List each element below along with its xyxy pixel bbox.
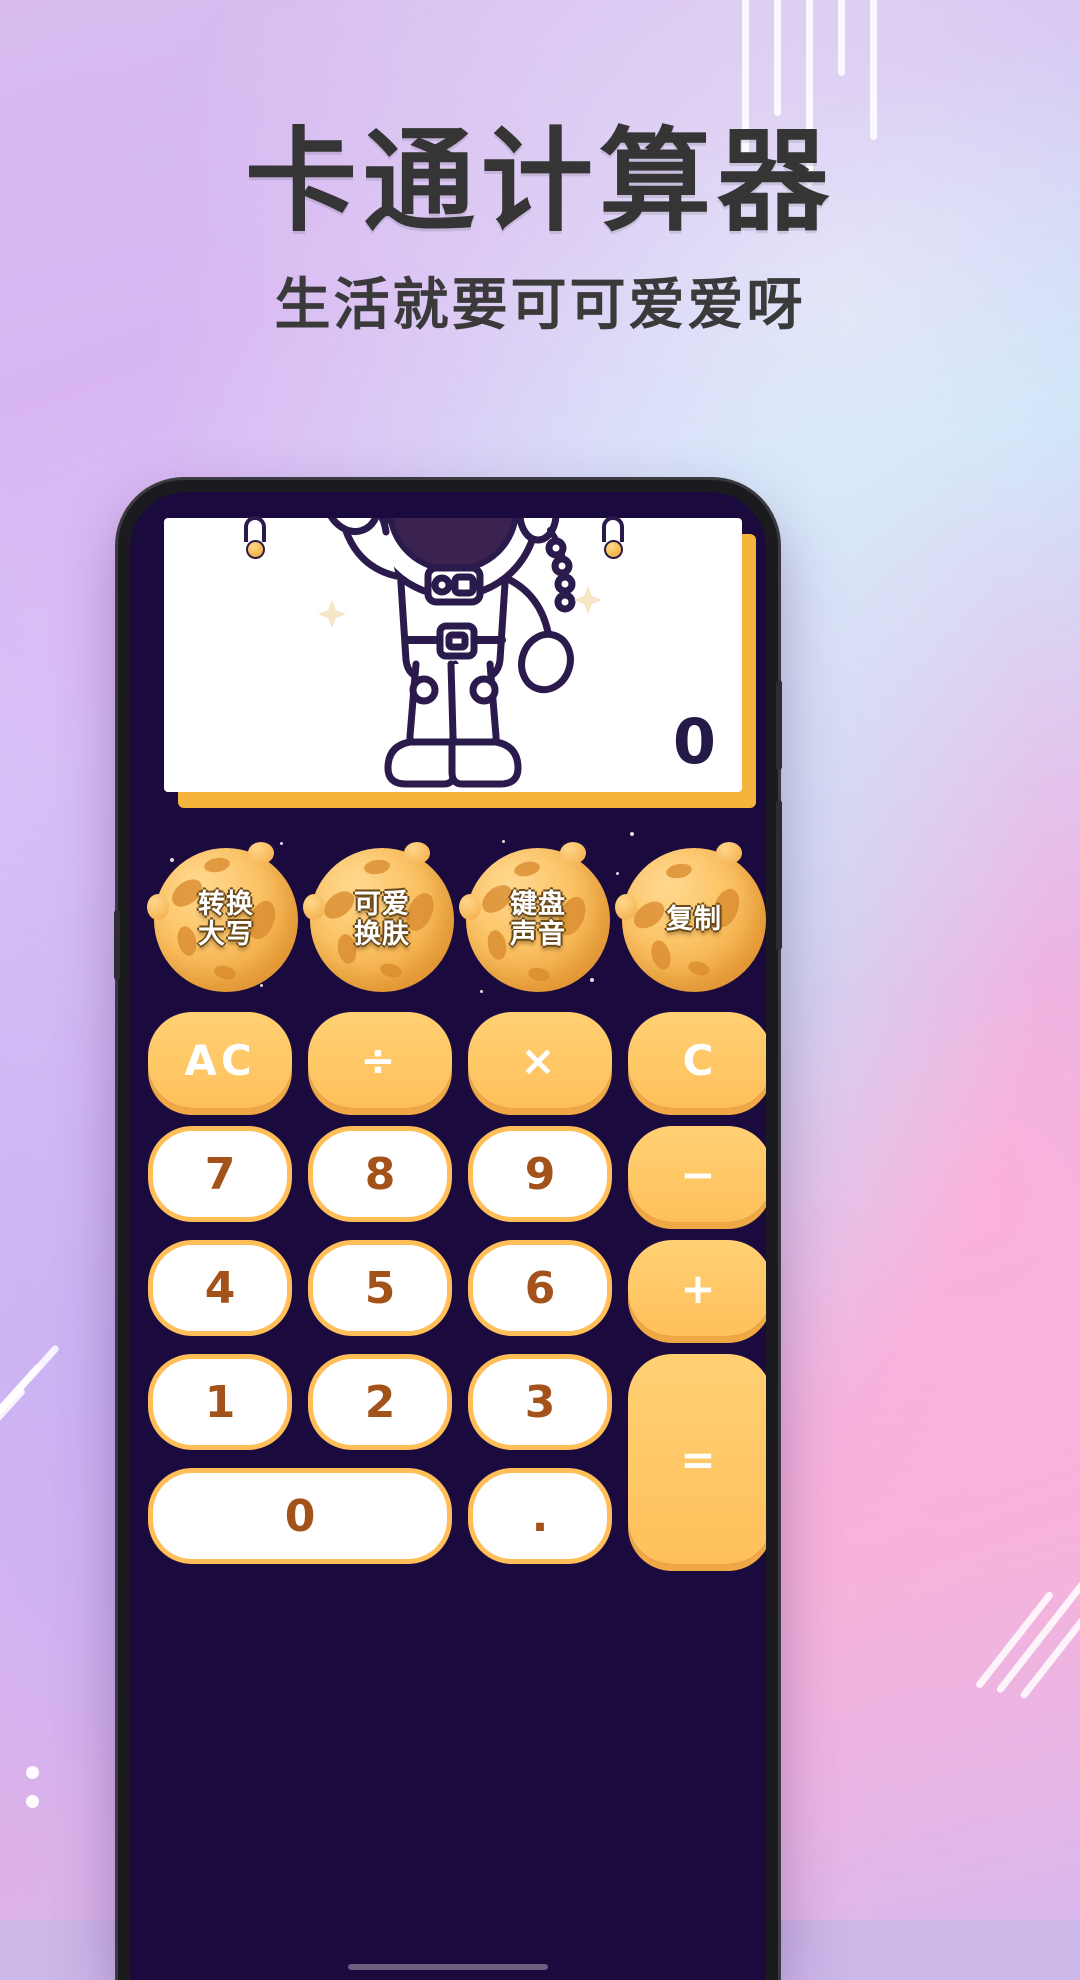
key-7[interactable]: 7 — [148, 1126, 292, 1222]
calculator-keypad: AC ÷ × C 7 8 9 − 4 5 6 + 1 2 3 = 0 . — [148, 1012, 766, 1564]
crater-decor — [526, 965, 552, 984]
key-clear[interactable]: C — [628, 1012, 766, 1108]
crater-decor — [664, 861, 694, 881]
feature-button-keyboard-sound[interactable]: 键盘 声音 — [459, 842, 610, 992]
key-9[interactable]: 9 — [468, 1126, 612, 1222]
crater-decor — [212, 963, 238, 982]
key-plus[interactable]: + — [628, 1240, 766, 1336]
feature-label-line1: 复制 — [666, 903, 722, 935]
crater-decor — [378, 961, 404, 980]
feature-label-line2: 声音 — [510, 919, 566, 950]
key-multiply[interactable]: × — [468, 1012, 612, 1108]
decor-lines-bottom-right — [850, 1470, 1080, 1770]
calculator-display-card: 0 — [164, 516, 756, 808]
clip-hook-icon — [602, 516, 624, 542]
crater-decor — [174, 924, 200, 958]
key-decimal[interactable]: . — [468, 1468, 612, 1564]
page-title: 卡通计算器 — [245, 117, 835, 247]
home-indicator — [348, 1964, 548, 1970]
feature-label-line2: 换肤 — [354, 919, 410, 950]
crater-decor — [363, 858, 391, 876]
clip-hook-icon — [244, 516, 266, 542]
display-value: 0 — [672, 705, 716, 778]
crater-decor — [202, 855, 232, 875]
key-6[interactable]: 6 — [468, 1240, 612, 1336]
poster-background: 卡通计算器 生活就要可可爱爱呀 0 转换 大写 可爱 换肤 键盘 声音 复制 A… — [0, 0, 1080, 1980]
crater-decor — [686, 958, 712, 979]
display-clip-right — [594, 516, 634, 576]
key-divide[interactable]: ÷ — [308, 1012, 452, 1108]
feature-button-uppercase-convert[interactable]: 转换 大写 — [147, 842, 298, 992]
clip-bead-icon — [246, 540, 265, 559]
key-all-clear[interactable]: AC — [148, 1012, 292, 1108]
crater-decor — [485, 928, 509, 962]
clip-bead-icon — [604, 540, 623, 559]
key-0[interactable]: 0 — [148, 1468, 452, 1564]
astronaut-illustration — [288, 518, 618, 792]
crater-decor — [648, 938, 674, 972]
key-8[interactable]: 8 — [308, 1126, 452, 1222]
feature-button-copy[interactable]: 复制 — [615, 842, 766, 992]
app-screen: 0 转换 大写 可爱 换肤 键盘 声音 复制 AC ÷ × C 7 8 9 − … — [130, 492, 766, 1980]
key-1[interactable]: 1 — [148, 1354, 292, 1450]
phone-power-button[interactable] — [776, 800, 782, 950]
feature-label-line1: 转换 — [198, 888, 254, 920]
feature-label-line1: 键盘 — [510, 888, 566, 920]
key-3[interactable]: 3 — [468, 1354, 612, 1450]
phone-volume-button[interactable] — [776, 680, 782, 770]
key-minus[interactable]: − — [628, 1126, 766, 1222]
phone-mockup: 0 转换 大写 可爱 换肤 键盘 声音 复制 AC ÷ × C 7 8 9 − … — [114, 480, 782, 1980]
crater-decor — [512, 859, 542, 879]
display-clip-left — [236, 516, 276, 576]
feature-label-line2: 大写 — [198, 919, 254, 950]
feature-button-row: 转换 大写 可爱 换肤 键盘 声音 复制 — [147, 840, 766, 1000]
feature-label-line1: 可爱 — [354, 888, 410, 920]
phone-side-button-left[interactable] — [114, 910, 120, 980]
decor-dots-left — [26, 1766, 39, 1808]
key-5[interactable]: 5 — [308, 1240, 452, 1336]
key-2[interactable]: 2 — [308, 1354, 452, 1450]
page-subtitle: 生活就要可可爱爱呀 — [274, 273, 806, 338]
key-4[interactable]: 4 — [148, 1240, 292, 1336]
key-equals[interactable]: = — [628, 1354, 766, 1564]
feature-button-cute-skin[interactable]: 可爱 换肤 — [303, 842, 454, 992]
crater-decor — [628, 896, 670, 934]
